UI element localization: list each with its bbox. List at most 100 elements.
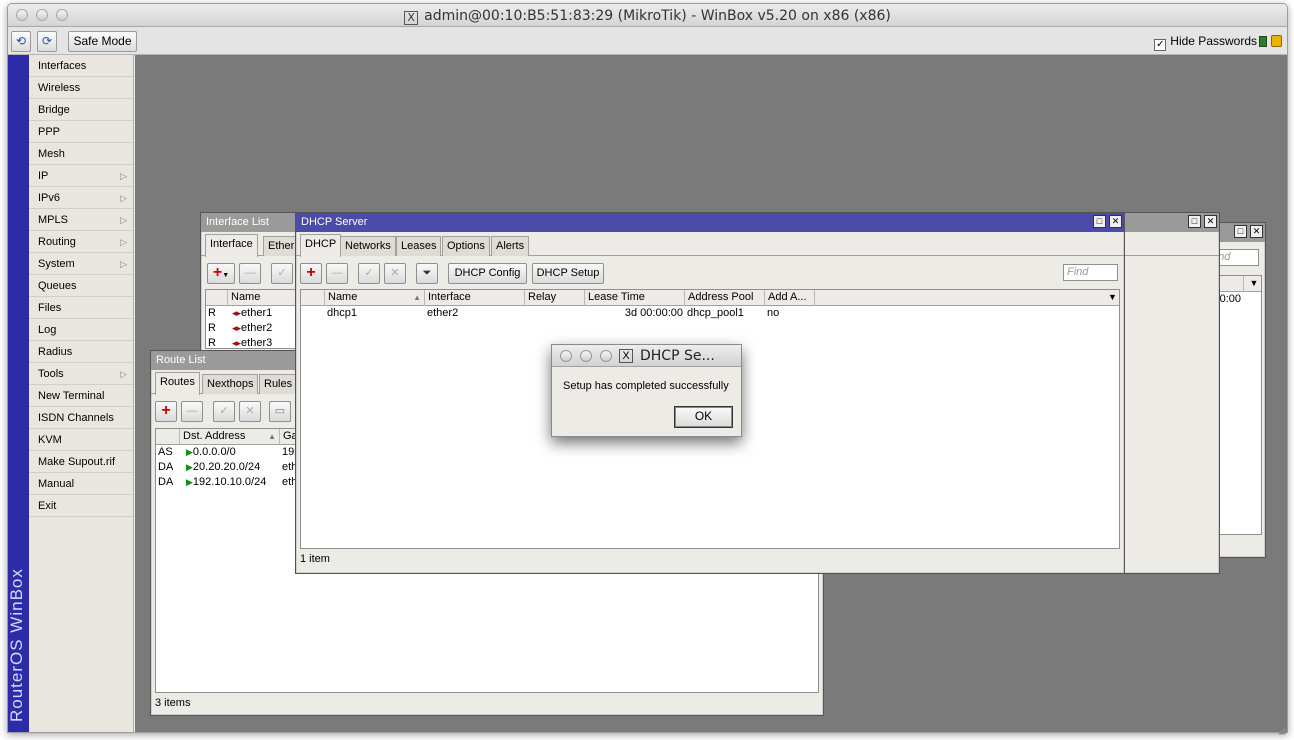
tab-dhcp[interactable]: DHCP: [300, 234, 342, 257]
remove-button[interactable]: —: [239, 263, 261, 284]
column-header-dst-address[interactable]: Dst. Address ▲: [180, 429, 280, 445]
column-header-add-arp[interactable]: Add A...: [765, 290, 815, 306]
column-menu-button[interactable]: ▼: [1101, 290, 1119, 306]
sidebar-item-mesh[interactable]: Mesh: [29, 143, 133, 165]
dialog-close-button[interactable]: [560, 350, 572, 362]
close-button[interactable]: ✕: [1109, 215, 1122, 228]
sidebar-item-label: Routing: [38, 236, 76, 248]
tab-routes[interactable]: Routes: [155, 372, 200, 395]
remove-dhcp-button[interactable]: —: [326, 263, 348, 284]
table-row[interactable]: ◂▸ether3: [232, 336, 273, 349]
sidebar-item-wireless[interactable]: Wireless: [29, 77, 133, 99]
sidebar-item-tools[interactable]: Tools ▷: [29, 363, 133, 385]
sidebar-item-make-supout[interactable]: Make Supout.rif: [29, 451, 133, 473]
enable-route-button[interactable]: ✓: [213, 401, 235, 422]
dropdown-arrow-icon: ▼: [222, 272, 230, 279]
dhcp-config-button[interactable]: DHCP Config: [448, 263, 527, 284]
column-header-relay[interactable]: Relay: [525, 290, 585, 306]
resize-grip-icon[interactable]: ◢: [1278, 725, 1290, 737]
add-button[interactable]: +▼: [207, 263, 235, 284]
ok-button[interactable]: OK: [674, 406, 733, 428]
add-route-button[interactable]: +: [155, 401, 177, 422]
tab-networks[interactable]: Networks: [340, 236, 396, 256]
find-input[interactable]: Find: [1063, 264, 1118, 281]
sidebar-item-label: Queues: [38, 280, 77, 292]
sidebar-item-label: IP: [38, 170, 49, 182]
interface-grid: Name R ◂▸ether1 R ◂▸ether2 R ◂▸ether3: [205, 289, 297, 349]
side-strip-label: RouterOS WinBox: [7, 568, 26, 722]
interface-name: ether3: [241, 337, 273, 349]
sidebar-item-system[interactable]: System ▷: [29, 253, 133, 275]
filter-button[interactable]: ⏷: [416, 263, 438, 284]
safe-mode-button[interactable]: Safe Mode: [68, 31, 137, 52]
dhcp-setup-button[interactable]: DHCP Setup: [532, 263, 604, 284]
sidebar-item-radius[interactable]: Radius: [29, 341, 133, 363]
sidebar-item-interfaces[interactable]: Interfaces: [29, 55, 133, 77]
window-title-wrap: Xadmin@00:10:B5:51:83:29 (MikroTik) - Wi…: [8, 8, 1287, 25]
tab-options[interactable]: Options: [442, 236, 490, 256]
close-button[interactable]: ✕: [1250, 225, 1263, 238]
column-header-flags[interactable]: [156, 429, 180, 445]
sidebar-item-exit[interactable]: Exit: [29, 495, 133, 517]
enable-button[interactable]: ✓: [271, 263, 293, 284]
redo-button[interactable]: ⟳: [37, 31, 57, 52]
dialog-minimize-button[interactable]: [580, 350, 592, 362]
sidebar-item-ip[interactable]: IP ▷: [29, 165, 133, 187]
sidebar-item-new-terminal[interactable]: New Terminal: [29, 385, 133, 407]
sidebar-item-ipv6[interactable]: IPv6 ▷: [29, 187, 133, 209]
setup-complete-dialog[interactable]: X DHCP Se... Setup has completed success…: [551, 344, 742, 437]
route-flag-icon: ▶: [186, 462, 193, 472]
undo-button[interactable]: ⟲: [11, 31, 31, 52]
sidebar-item-label: New Terminal: [38, 390, 105, 402]
check-icon: ✓: [364, 267, 374, 279]
hide-passwords-toggle[interactable]: ✓ Hide Passwords: [1154, 34, 1257, 51]
comment-route-button[interactable]: ▭: [269, 401, 291, 422]
disable-dhcp-button[interactable]: ✕: [384, 263, 406, 284]
sidebar-item-manual[interactable]: Manual: [29, 473, 133, 495]
sidebar-item-isdn-channels[interactable]: ISDN Channels: [29, 407, 133, 429]
column-header-lease-time[interactable]: Lease Time: [585, 290, 685, 306]
sidebar-item-kvm[interactable]: KVM: [29, 429, 133, 451]
sidebar-item-label: Exit: [38, 500, 57, 512]
column-header-flags[interactable]: [206, 290, 228, 306]
sidebar-item-bridge[interactable]: Bridge: [29, 99, 133, 121]
submenu-arrow-icon: ▷: [120, 369, 127, 379]
tab-leases[interactable]: Leases: [396, 236, 442, 256]
column-menu-button[interactable]: ▼: [1244, 276, 1261, 292]
close-button[interactable]: ✕: [1204, 215, 1217, 228]
column-header-name[interactable]: Name: [228, 290, 296, 306]
maximize-button[interactable]: □: [1093, 215, 1106, 228]
sidebar-item-queues[interactable]: Queues: [29, 275, 133, 297]
maximize-button[interactable]: □: [1234, 225, 1247, 238]
tab-nexthops[interactable]: Nexthops: [202, 374, 259, 394]
remove-route-button[interactable]: —: [181, 401, 203, 422]
add-dhcp-button[interactable]: +: [300, 263, 322, 284]
table-row[interactable]: ▶20.20.20.0/24: [186, 460, 260, 475]
disable-route-button[interactable]: ✕: [239, 401, 261, 422]
dialog-title: DHCP Se...: [640, 348, 715, 364]
table-row[interactable]: ▶192.10.10.0/24: [186, 475, 266, 490]
sidebar-item-routing[interactable]: Routing ▷: [29, 231, 133, 253]
sidebar-item-ppp[interactable]: PPP: [29, 121, 133, 143]
dhcp-name-cell[interactable]: dhcp1: [327, 306, 423, 321]
column-header-name[interactable]: Name ▲: [325, 290, 425, 306]
table-row[interactable]: ▶0.0.0.0/0: [186, 445, 236, 460]
sidebar-item-files[interactable]: Files: [29, 297, 133, 319]
column-header-address-pool[interactable]: Address Pool: [685, 290, 765, 306]
table-row[interactable]: ◂▸ether2: [232, 321, 272, 336]
sidebar-item-mpls[interactable]: MPLS ▷: [29, 209, 133, 231]
column-header-interface[interactable]: Interface: [425, 290, 525, 306]
enable-dhcp-button[interactable]: ✓: [358, 263, 380, 284]
dialog-zoom-button[interactable]: [600, 350, 612, 362]
tab-rules[interactable]: Rules: [259, 374, 298, 394]
tab-alerts[interactable]: Alerts: [491, 236, 530, 256]
column-header-flags[interactable]: [301, 290, 325, 306]
main-toolbar: ⟲ ⟳ Safe Mode ✓ Hide Passwords: [8, 27, 1287, 55]
hide-passwords-checkbox[interactable]: ✓: [1154, 39, 1167, 51]
ethernet-icon: ◂▸: [232, 323, 242, 333]
tab-interface[interactable]: Interface: [205, 234, 258, 257]
table-row[interactable]: ◂▸ether1: [232, 306, 272, 321]
sidebar-item-label: Tools: [38, 368, 64, 380]
sidebar-item-log[interactable]: Log: [29, 319, 133, 341]
maximize-button[interactable]: □: [1188, 215, 1201, 228]
